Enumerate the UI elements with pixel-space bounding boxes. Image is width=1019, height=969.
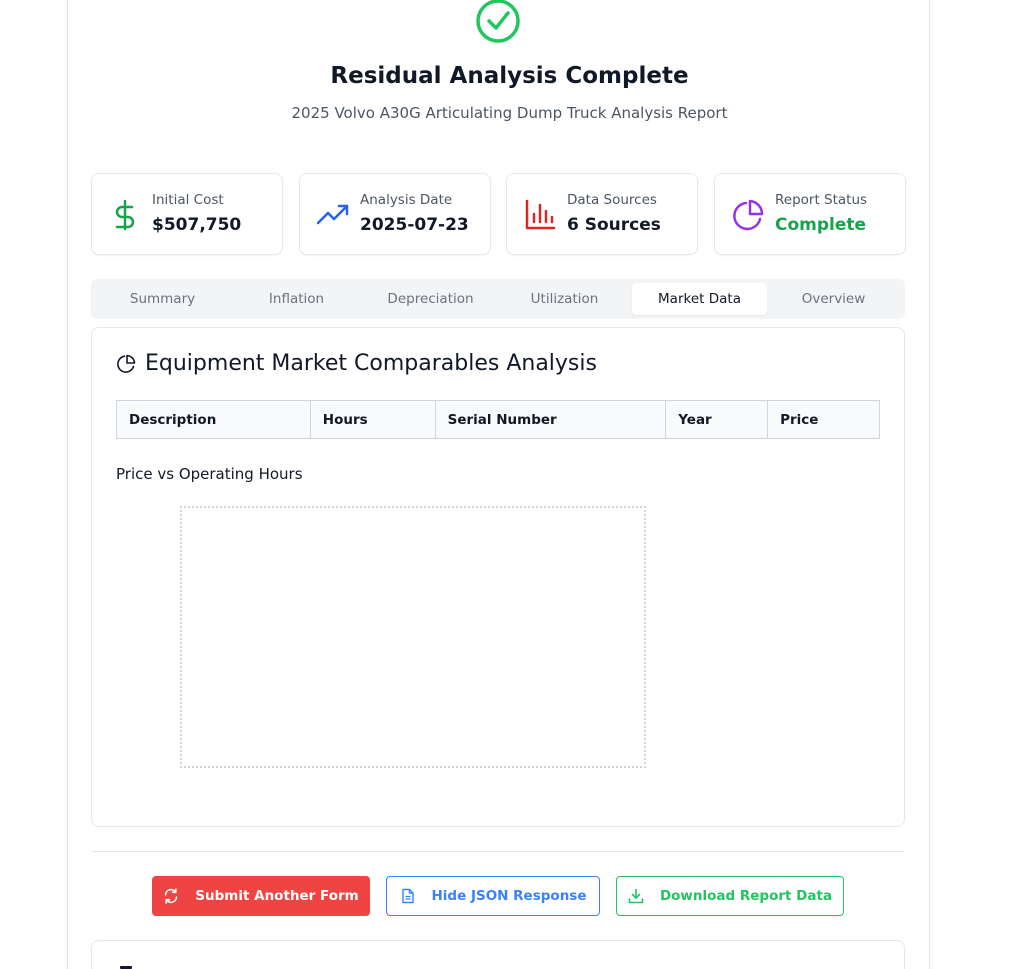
table-header-row: Description Hours Serial Number Year Pri…: [116, 400, 880, 439]
column-header-description[interactable]: Description: [116, 400, 311, 439]
button-label: Download Report Data: [659, 888, 833, 904]
tab-utilization[interactable]: Utilization: [497, 283, 632, 315]
stat-card-analysis-date: Analysis Date 2025-07-23: [299, 173, 491, 255]
page-title: Residual Analysis Complete: [330, 63, 689, 89]
market-data-panel: Equipment Market Comparables Analysis De…: [91, 327, 905, 827]
stat-card-data-sources: Data Sources 6 Sources: [506, 173, 698, 255]
json-response-panel: [91, 940, 905, 969]
tab-summary[interactable]: Summary: [95, 283, 230, 315]
stat-value: 6 Sources: [567, 215, 661, 235]
chart-title: Price vs Operating Hours: [116, 465, 303, 483]
tab-market-data[interactable]: Market Data: [632, 283, 767, 315]
column-header-year[interactable]: Year: [665, 400, 769, 439]
dollar-icon: [115, 199, 135, 231]
stat-card-initial-cost: Initial Cost $507,750: [91, 173, 283, 255]
tab-overview[interactable]: Overview: [766, 283, 901, 315]
submit-another-form-button[interactable]: Submit Another Form: [152, 876, 370, 916]
chart-placeholder: [180, 506, 646, 768]
stat-value: 2025-07-23: [360, 215, 469, 235]
hide-json-button[interactable]: Hide JSON Response: [386, 876, 600, 916]
refresh-icon: [164, 888, 178, 904]
status-badge: Complete: [775, 215, 867, 235]
bar-chart-icon: [525, 199, 556, 230]
stat-label: Report Status: [775, 192, 868, 208]
stat-label: Initial Cost: [152, 192, 224, 208]
stat-label: Data Sources: [567, 192, 657, 208]
divider: [91, 851, 905, 852]
page-subtitle: 2025 Volvo A30G Articulating Dump Truck …: [291, 104, 728, 122]
tab-inflation[interactable]: Inflation: [229, 283, 364, 315]
stat-label: Analysis Date: [360, 192, 453, 208]
column-header-hours[interactable]: Hours: [309, 400, 436, 439]
download-report-button[interactable]: Download Report Data: [616, 876, 844, 916]
comparables-table: Description Hours Serial Number Year Pri…: [116, 400, 880, 439]
button-label: Hide JSON Response: [431, 888, 587, 904]
tab-depreciation[interactable]: Depreciation: [363, 283, 498, 315]
check-circle-icon: [476, 0, 520, 43]
pie-chart-icon: [117, 354, 136, 373]
panel-title: Equipment Market Comparables Analysis: [145, 351, 597, 376]
tab-bar: Summary Inflation Depreciation Utilizati…: [91, 279, 905, 319]
column-header-price[interactable]: Price: [767, 400, 880, 439]
button-label: Submit Another Form: [195, 888, 359, 904]
file-text-icon: [401, 888, 414, 904]
download-icon: [628, 888, 644, 904]
stat-card-report-status: Report Status Complete: [714, 173, 906, 255]
stat-value: $507,750: [152, 215, 242, 235]
column-header-serial-number[interactable]: Serial Number: [434, 400, 667, 439]
pie-chart-icon: [733, 199, 764, 231]
trending-up-icon: [316, 204, 349, 225]
